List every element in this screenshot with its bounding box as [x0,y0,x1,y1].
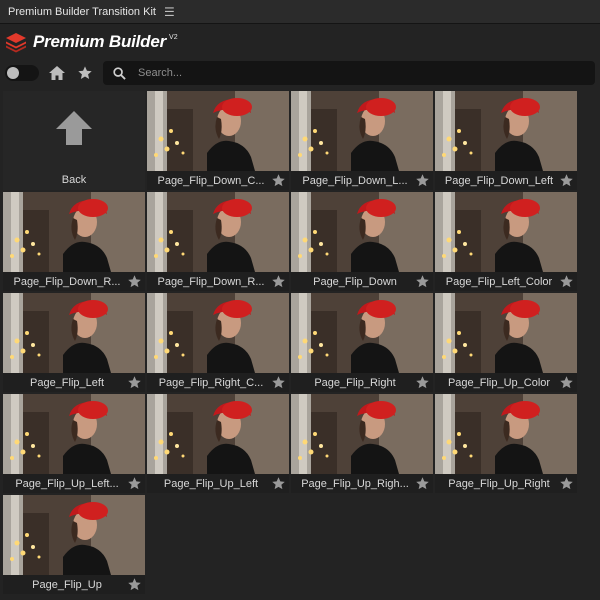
preset-label-row: Page_Flip_Up [3,575,145,594]
hamburger-menu-icon[interactable]: ☰ [164,6,175,18]
home-icon[interactable] [47,63,67,83]
favorite-star-icon[interactable] [557,172,575,190]
preset-label: Page_Flip_Down_R... [157,275,265,288]
preset-label-row: Page_Flip_Down_C... [147,171,289,190]
panel-titlebar: Premium Builder Transition Kit ☰ [0,0,600,24]
preset-card[interactable]: Page_Flip_Up_Right [435,394,577,493]
preset-thumbnail[interactable] [3,293,145,373]
preset-label-row: Page_Flip_Right_C... [147,373,289,392]
preset-label: Page_Flip_Right [314,376,396,389]
favorite-star-icon[interactable] [125,374,143,392]
search-icon [113,66,126,80]
panel-title: Premium Builder Transition Kit [8,5,156,18]
preset-thumbnail[interactable] [147,91,289,171]
preset-label-row: Page_Flip_Down_R... [3,272,145,291]
preset-card[interactable]: Page_Flip_Right [291,293,433,392]
favorite-star-icon[interactable] [413,374,431,392]
preset-card[interactable]: Page_Flip_Down_L... [291,91,433,190]
preset-card[interactable]: Page_Flip_Down_R... [147,192,289,291]
preset-label: Page_Flip_Up_Righ... [301,477,409,490]
preset-card[interactable]: Page_Flip_Down_R... [3,192,145,291]
preset-card[interactable]: Page_Flip_Up [3,495,145,594]
preset-label: Page_Flip_Up_Right [448,477,550,490]
preset-label: Page_Flip_Down [313,275,397,288]
favorite-star-icon[interactable] [557,273,575,291]
preset-thumbnail[interactable] [3,192,145,272]
favorite-star-icon[interactable] [125,273,143,291]
preset-label-row: Page_Flip_Down_Left [435,171,577,190]
preset-label-row: Page_Flip_Up_Righ... [291,474,433,493]
preset-label-row: Page_Flip_Down_L... [291,171,433,190]
preset-label-row: Page_Flip_Down_R... [147,272,289,291]
preset-card[interactable]: Page_Flip_Right_C... [147,293,289,392]
preset-card[interactable]: Page_Flip_Up_Left... [3,394,145,493]
preset-label: Page_Flip_Up_Left... [15,477,119,490]
preset-card[interactable]: Page_Flip_Up_Righ... [291,394,433,493]
preset-card[interactable]: Page_Flip_Up_Color [435,293,577,392]
preset-card[interactable]: Page_Flip_Left_Color [435,192,577,291]
favorite-star-icon[interactable] [269,374,287,392]
favorite-star-icon[interactable] [125,475,143,493]
favorite-star-icon[interactable] [269,273,287,291]
favorite-star-icon[interactable] [413,273,431,291]
preset-label: Page_Flip_Left [30,376,104,389]
favorite-star-icon[interactable] [125,576,143,594]
brand-name: Premium Builder [33,32,167,51]
preset-thumbnail[interactable] [147,192,289,272]
preset-card[interactable]: Page_Flip_Down_Left [435,91,577,190]
preset-thumbnail[interactable] [435,293,577,373]
preset-label: Page_Flip_Up [32,578,102,591]
favorite-star-icon[interactable] [413,475,431,493]
preset-thumbnail[interactable] [3,394,145,474]
preset-label: Page_Flip_Up_Color [447,376,551,389]
preset-label-row: Page_Flip_Left [3,373,145,392]
preset-grid: Back Page_Flip_Down_C... Page_Flip_Down_… [3,91,577,594]
preset-label-row: Page_Flip_Down [291,272,433,291]
preset-label: Page_Flip_Down_Left [444,174,554,187]
layers-logo-icon [6,33,26,53]
back-button[interactable]: Back [3,91,145,190]
brand-version: V2 [169,33,178,41]
preset-label: Page_Flip_Down_R... [13,275,121,288]
toolbar [0,60,600,86]
favorite-star-icon[interactable] [413,172,431,190]
preset-thumbnail[interactable] [435,394,577,474]
preset-card[interactable]: Page_Flip_Up_Left [147,394,289,493]
preset-thumbnail[interactable] [435,91,577,171]
preset-thumbnail[interactable] [147,394,289,474]
preset-label: Page_Flip_Left_Color [445,275,553,288]
preset-label-row: Page_Flip_Up_Right [435,474,577,493]
brand-header: Premium Builder V2 [0,24,600,60]
preset-thumbnail[interactable] [291,192,433,272]
preset-label: Page_Flip_Down_C... [157,174,265,187]
favorite-star-icon[interactable] [269,172,287,190]
preset-card[interactable]: Page_Flip_Down_C... [147,91,289,190]
arrow-up-icon [56,111,92,145]
star-icon[interactable] [75,63,95,83]
toggle-switch[interactable] [5,65,39,81]
preset-label: Page_Flip_Down_L... [302,174,408,187]
preset-thumbnail[interactable] [291,293,433,373]
search-bar[interactable] [103,61,595,85]
preset-card[interactable]: Page_Flip_Left [3,293,145,392]
preset-card[interactable]: Page_Flip_Down [291,192,433,291]
preset-thumbnail[interactable] [147,293,289,373]
preset-label-row: Page_Flip_Right [291,373,433,392]
preset-thumbnail[interactable] [291,91,433,171]
preset-label: Page_Flip_Up_Left [163,477,259,490]
search-input[interactable] [136,66,540,80]
toggle-knob [7,67,19,79]
preset-thumbnail[interactable] [3,495,145,575]
preset-label: Page_Flip_Right_C... [158,376,264,389]
favorite-star-icon[interactable] [557,374,575,392]
preset-thumbnail[interactable] [435,192,577,272]
favorite-star-icon[interactable] [269,475,287,493]
preset-thumbnail[interactable] [291,394,433,474]
preset-label-row: Page_Flip_Up_Left [147,474,289,493]
back-label: Back [61,174,87,186]
favorite-star-icon[interactable] [557,475,575,493]
preset-label-row: Page_Flip_Left_Color [435,272,577,291]
preset-label-row: Page_Flip_Up_Color [435,373,577,392]
preset-label-row: Page_Flip_Up_Left... [3,474,145,493]
